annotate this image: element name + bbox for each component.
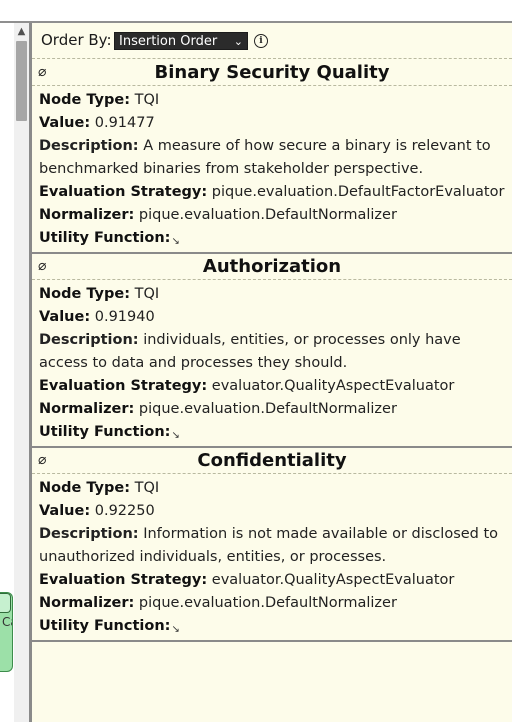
evaluation-strategy-label: Evaluation Strategy: [39, 378, 208, 394]
chevron-down-icon: ⌄ [233, 35, 243, 48]
node-title: Authorization [202, 256, 342, 277]
utility-function-graph-icon[interactable]: ↘ [171, 624, 179, 635]
normalizer-label: Normalizer: [39, 401, 135, 417]
value-row: Value: 0.91477 [39, 115, 155, 131]
vertical-scrollbar[interactable]: ▲ [14, 23, 29, 722]
description-label: Description: [39, 138, 139, 154]
value-label: Value: [39, 309, 91, 325]
value-row: Value: 0.92250 [39, 503, 155, 519]
description-row: Description: individuals, entities, or p… [39, 329, 505, 375]
utility-function-row: Utility Function:↘ [39, 230, 180, 247]
utility-function-label: Utility Function: [39, 424, 171, 440]
node-card: ⌀ Confidentiality Node Type: TQI Value: … [32, 447, 512, 642]
value-value: 0.92250 [94, 503, 155, 519]
evaluation-strategy-value: evaluator.QualityAspectEvaluator [211, 378, 455, 394]
utility-function-graph-icon[interactable]: ↘ [171, 236, 179, 247]
evaluation-strategy-row: Evaluation Strategy: evaluator.QualityAs… [39, 378, 454, 394]
normalizer-label: Normalizer: [39, 207, 135, 223]
node-card: ⌀ Authorization Node Type: TQI Value: 0.… [32, 253, 512, 448]
utility-function-graph-icon[interactable]: ↘ [171, 430, 179, 441]
order-toolbar: Order By: Insertion Order ⌄ i [32, 23, 512, 59]
info-icon[interactable]: i [254, 34, 268, 48]
node-type-row: Node Type: TQI [39, 480, 159, 496]
evaluation-strategy-value: evaluator.QualityAspectEvaluator [211, 572, 455, 588]
node-type-row: Node Type: TQI [39, 286, 159, 302]
description-label: Description: [39, 526, 139, 542]
utility-function-label: Utility Function: [39, 230, 171, 246]
evaluation-strategy-value: pique.evaluation.DefaultFactorEvaluator [211, 184, 505, 200]
order-by-select[interactable]: Insertion Order ⌄ [114, 32, 248, 50]
value-label: Value: [39, 503, 91, 519]
evaluation-strategy-label: Evaluation Strategy: [39, 184, 208, 200]
canvas-node-label: Ca [2, 615, 12, 629]
canvas-node[interactable]: Ca [0, 592, 13, 672]
utility-function-row: Utility Function:↘ [39, 424, 180, 441]
node-type-value: TQI [134, 92, 160, 108]
evaluation-strategy-row: Evaluation Strategy: pique.evaluation.De… [39, 184, 504, 200]
description-label: Description: [39, 332, 139, 348]
normalizer-value: pique.evaluation.DefaultNormalizer [138, 207, 397, 223]
details-panel: Order By: Insertion Order ⌄ i ⌀ Binary S… [32, 23, 512, 722]
node-header: ⌀ Confidentiality [32, 447, 512, 474]
node-type-label: Node Type: [39, 286, 130, 302]
scroll-thumb[interactable] [16, 41, 27, 121]
value-label: Value: [39, 115, 91, 131]
top-strip [0, 0, 512, 22]
node-type-row: Node Type: TQI [39, 92, 159, 108]
node-card: ⌀ Binary Security Quality Node Type: TQI… [32, 59, 512, 254]
description-row: Description: Information is not made ava… [39, 523, 505, 569]
value-row: Value: 0.91940 [39, 309, 155, 325]
node-title: Confidentiality [197, 450, 347, 471]
node-type-label: Node Type: [39, 480, 130, 496]
value-value: 0.91940 [94, 309, 155, 325]
node-type-label: Node Type: [39, 92, 130, 108]
normalizer-row: Normalizer: pique.evaluation.DefaultNorm… [39, 207, 397, 223]
node-title: Binary Security Quality [154, 62, 390, 83]
evaluation-strategy-row: Evaluation Strategy: evaluator.QualityAs… [39, 572, 454, 588]
normalizer-row: Normalizer: pique.evaluation.DefaultNorm… [39, 401, 397, 417]
node-header: ⌀ Authorization [32, 253, 512, 280]
description-row: Description: A measure of how secure a b… [39, 135, 505, 181]
normalizer-value: pique.evaluation.DefaultNormalizer [138, 401, 397, 417]
normalizer-value: pique.evaluation.DefaultNormalizer [138, 595, 397, 611]
node-type-value: TQI [134, 480, 160, 496]
normalizer-row: Normalizer: pique.evaluation.DefaultNorm… [39, 595, 397, 611]
order-by-value: Insertion Order [119, 34, 218, 49]
canvas-node-port[interactable] [0, 593, 11, 613]
normalizer-label: Normalizer: [39, 595, 135, 611]
order-by-label: Order By: [41, 31, 112, 49]
value-value: 0.91477 [94, 115, 155, 131]
utility-function-row: Utility Function:↘ [39, 618, 180, 635]
utility-function-label: Utility Function: [39, 618, 171, 634]
evaluation-strategy-label: Evaluation Strategy: [39, 572, 208, 588]
scroll-up-arrow-icon[interactable]: ▲ [14, 25, 29, 39]
node-type-value: TQI [134, 286, 160, 302]
node-header: ⌀ Binary Security Quality [32, 59, 512, 86]
